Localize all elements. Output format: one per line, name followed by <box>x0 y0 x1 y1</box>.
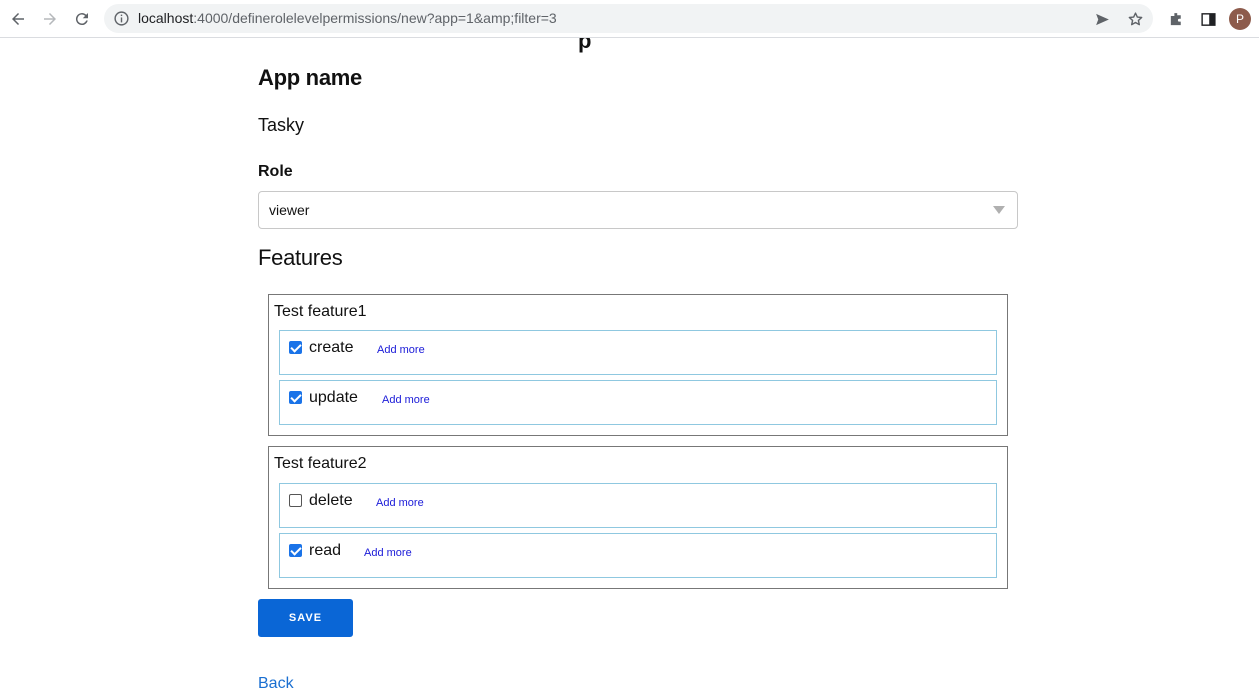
permission-row: update Add more <box>279 380 997 425</box>
bookmark-star-icon[interactable] <box>1125 9 1145 29</box>
permission-name: update <box>309 389 358 406</box>
url-text[interactable]: localhost:4000/definerolelevelpermission… <box>138 10 557 27</box>
add-more-link[interactable]: Add more <box>376 497 424 509</box>
feature-name: Test feature2 <box>274 455 367 472</box>
feature-group: Test feature2 delete Add more read Add m… <box>268 446 1008 589</box>
reload-icon[interactable] <box>68 5 96 33</box>
features-heading: Features <box>258 245 343 270</box>
permission-checkbox[interactable] <box>289 494 302 507</box>
site-info-icon[interactable] <box>113 10 130 27</box>
permission-row: create Add more <box>279 330 997 375</box>
permission-row: delete Add more <box>279 483 997 528</box>
permission-name: create <box>309 339 354 356</box>
feature-group: Test feature1 create Add more update Add… <box>268 294 1008 436</box>
url-path: :4000/definerolelevelpermissions/new?app… <box>193 10 557 26</box>
permission-name: delete <box>309 492 353 509</box>
forward-arrow-icon[interactable] <box>36 5 64 33</box>
back-arrow-icon[interactable] <box>4 5 32 33</box>
role-select[interactable]: viewer <box>258 191 1018 229</box>
permission-checkbox[interactable] <box>289 544 302 557</box>
side-panel-icon[interactable] <box>1197 8 1219 30</box>
page-content: p App name Tasky Role viewer Features Te… <box>0 38 1259 698</box>
url-host: localhost <box>138 10 194 26</box>
profile-avatar[interactable]: P <box>1229 8 1251 30</box>
role-selected-value: viewer <box>269 202 310 218</box>
app-name-value: Tasky <box>258 115 305 135</box>
role-label: Role <box>258 163 293 180</box>
feature-name: Test feature1 <box>274 303 367 320</box>
permission-name: read <box>309 542 342 559</box>
save-button[interactable]: SAVE <box>258 599 353 637</box>
add-more-link[interactable]: Add more <box>364 547 412 559</box>
add-more-link[interactable]: Add more <box>377 344 425 356</box>
extensions-puzzle-icon[interactable] <box>1165 8 1187 30</box>
browser-toolbar: localhost:4000/definerolelevelpermission… <box>0 0 1259 38</box>
permission-row: read Add more <box>279 533 997 578</box>
permission-checkbox[interactable] <box>289 341 302 354</box>
back-link[interactable]: Back <box>258 675 294 693</box>
permission-checkbox[interactable] <box>289 391 302 404</box>
app-name-heading: App name <box>258 65 362 90</box>
page-title-fragment: p <box>578 38 592 53</box>
dropdown-caret-icon <box>993 206 1005 214</box>
address-bar[interactable]: localhost:4000/definerolelevelpermission… <box>104 4 1153 33</box>
send-tab-icon[interactable] <box>1092 9 1112 29</box>
add-more-link[interactable]: Add more <box>382 394 430 406</box>
